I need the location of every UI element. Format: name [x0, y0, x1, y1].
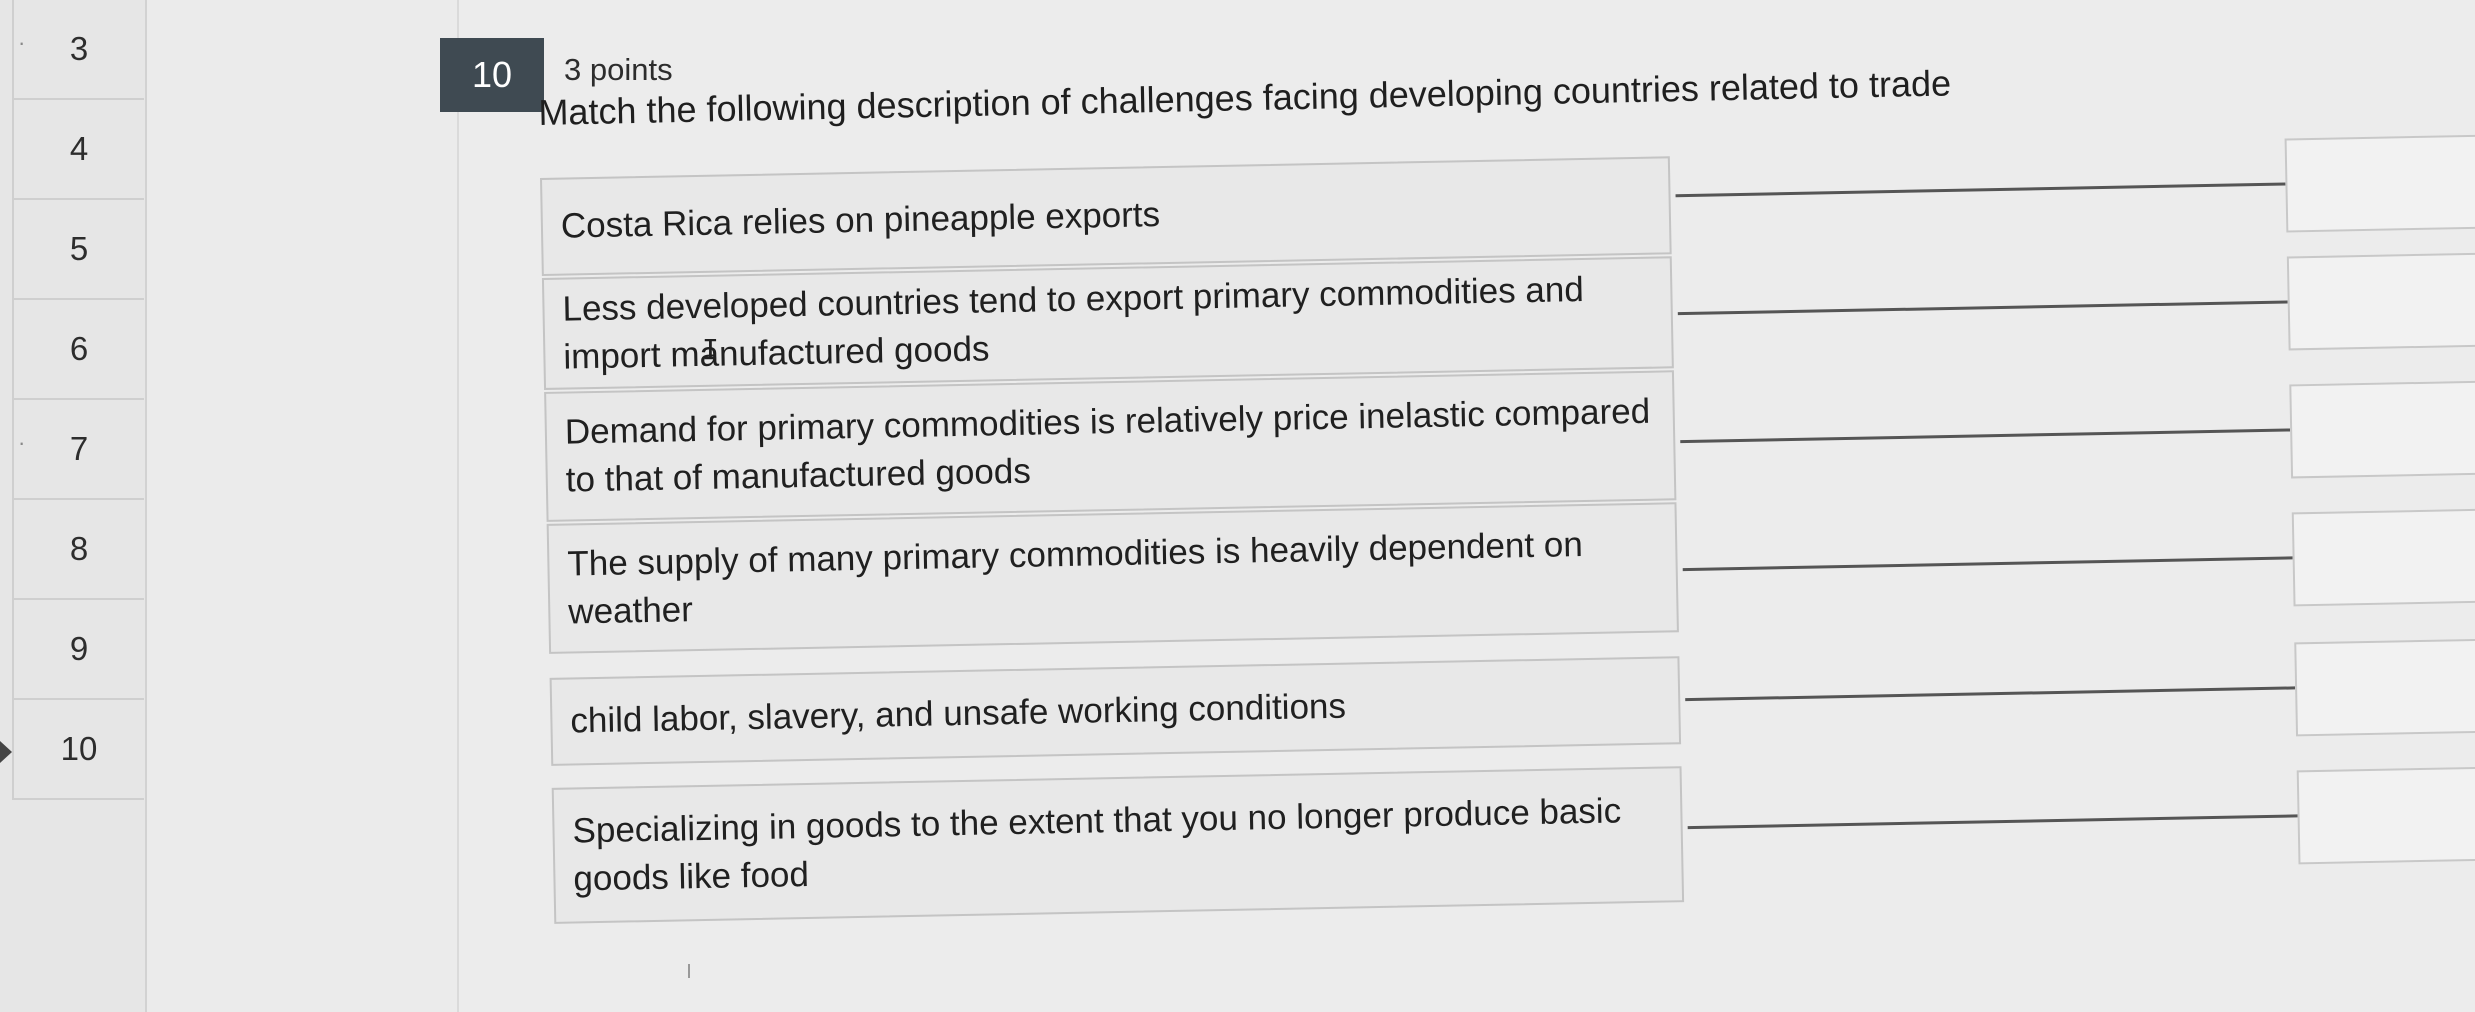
match-item-text: Less developed countries tend to export … — [562, 269, 1585, 377]
answer-line-1 — [1675, 182, 2286, 198]
nav-question-9[interactable]: 9 — [12, 600, 144, 700]
scroll-mark — [688, 964, 690, 978]
match-item-3[interactable]: Demand for primary commodities is relati… — [544, 370, 1677, 522]
match-item-text: The supply of many primary commodities i… — [567, 525, 1584, 632]
match-item-text: Demand for primary commodities is relati… — [564, 391, 1651, 500]
answer-line-5 — [1685, 686, 2296, 702]
answer-line-3 — [1680, 428, 2291, 444]
nav-question-5[interactable]: 5 — [12, 200, 144, 300]
nav-question-8[interactable]: 8 — [12, 500, 144, 600]
question-number-badge: 10 — [440, 38, 544, 112]
question-navigator: · 3 4 5 6 · 7 8 9 10 — [0, 0, 147, 1012]
drop-target-5[interactable] — [2294, 638, 2475, 737]
match-item-6[interactable]: Specializing in goods to the extent that… — [551, 766, 1685, 924]
current-question-marker-icon — [0, 741, 12, 763]
nav-question-6[interactable]: 6 — [12, 300, 144, 400]
text-cursor-icon: I — [702, 333, 719, 366]
nav-question-7[interactable]: 7 — [12, 400, 144, 500]
match-item-text: child labor, slavery, and unsafe working… — [570, 686, 1347, 741]
question-points: 3 points — [564, 52, 673, 87]
match-item-5[interactable]: child labor, slavery, and unsafe working… — [549, 656, 1682, 766]
match-item-4[interactable]: The supply of many primary commodities i… — [546, 502, 1679, 654]
spacer-column — [147, 0, 459, 1012]
drop-target-6[interactable] — [2296, 766, 2475, 865]
nav-question-3[interactable]: 3 — [12, 0, 144, 100]
answer-line-6 — [1687, 814, 2298, 830]
quiz-page: · 3 4 5 6 · 7 8 9 10 10 3 points Match t… — [0, 0, 2475, 1012]
drop-target-2[interactable] — [2286, 252, 2475, 351]
drop-target-4[interactable] — [2291, 508, 2475, 607]
nav-question-4[interactable]: 4 — [12, 100, 144, 200]
match-item-text: Costa Rica relies on pineapple exports — [560, 195, 1161, 246]
matching-area: Costa Rica relies on pineapple exports L… — [540, 134, 2475, 978]
answer-line-2 — [1677, 300, 2288, 316]
match-item-text: Specializing in goods to the extent that… — [572, 791, 1622, 899]
match-item-2[interactable]: Less developed countries tend to export … — [541, 256, 1674, 390]
drop-target-1[interactable] — [2284, 134, 2475, 233]
match-item-1[interactable]: Costa Rica relies on pineapple exports — [540, 156, 1672, 276]
drop-target-3[interactable] — [2289, 380, 2475, 479]
question-prompt: Match the following description of chall… — [538, 62, 1952, 133]
answer-line-4 — [1682, 556, 2293, 572]
nav-question-10[interactable]: 10 — [12, 700, 144, 800]
